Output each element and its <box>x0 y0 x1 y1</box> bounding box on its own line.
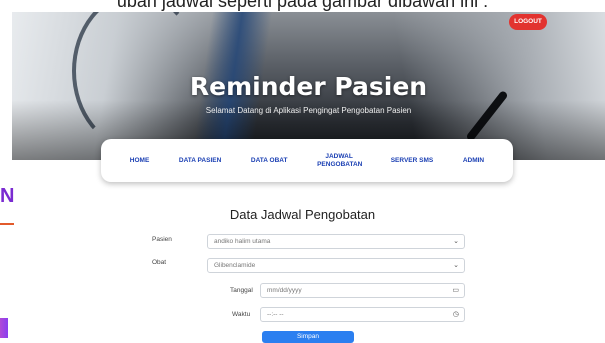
side-fragment-underline <box>0 223 14 225</box>
site-title: Reminder Pasien <box>189 72 428 101</box>
pasien-select-value: andiko halim utama <box>214 238 271 245</box>
nav-item-data-pasien[interactable]: DATA PASIEN <box>179 157 221 165</box>
clock-icon[interactable]: ◷ <box>453 308 459 321</box>
nav-item-home[interactable]: HOME <box>130 157 150 165</box>
nav-item-data-obat[interactable]: DATA OBAT <box>251 157 288 165</box>
pasien-select[interactable]: andiko halim utama ⌄ <box>207 234 465 249</box>
nav-item-server-sms[interactable]: SERVER SMS <box>391 157 434 165</box>
calendar-icon[interactable]: ▭ <box>452 284 459 297</box>
pasien-label: Pasien <box>152 236 172 243</box>
tanggal-placeholder: mm/dd/yyyy <box>267 287 302 294</box>
tanggal-label: Tanggal <box>230 287 253 294</box>
header-banner: Reminder Pasien Selamat Datang di Aplika… <box>12 12 605 160</box>
waktu-placeholder: --:-- -- <box>267 311 284 318</box>
side-fragment-block <box>0 318 8 338</box>
chevron-down-icon: ⌄ <box>453 262 459 269</box>
site-subtitle: Selamat Datang di Aplikasi Pengingat Pen… <box>205 106 412 115</box>
main-navbar: HOME DATA PASIEN DATA OBAT JADWAL PENGOB… <box>101 139 513 182</box>
side-fragment-letter: N <box>0 185 15 207</box>
obat-select-value: Glibenclamide <box>214 262 256 269</box>
waktu-input[interactable]: --:-- -- ◷ <box>260 307 465 322</box>
nav-item-admin[interactable]: ADMIN <box>463 157 484 165</box>
logout-button[interactable]: LOGOUT <box>509 14 547 30</box>
obat-select[interactable]: Glibenclamide ⌄ <box>207 258 465 273</box>
caption-text: ubah jadwal seperti pada gambar dibawah … <box>116 0 489 11</box>
submit-button[interactable]: Simpan <box>262 331 354 343</box>
nav-item-jadwal-pengobatan[interactable]: JADWAL PENGOBATAN <box>317 153 362 169</box>
waktu-label: Waktu <box>232 311 251 318</box>
obat-label: Obat <box>152 259 167 266</box>
chevron-down-icon: ⌄ <box>453 238 459 245</box>
tanggal-input[interactable]: mm/dd/yyyy ▭ <box>260 283 465 298</box>
form-title: Data Jadwal Pengobatan <box>229 207 376 222</box>
